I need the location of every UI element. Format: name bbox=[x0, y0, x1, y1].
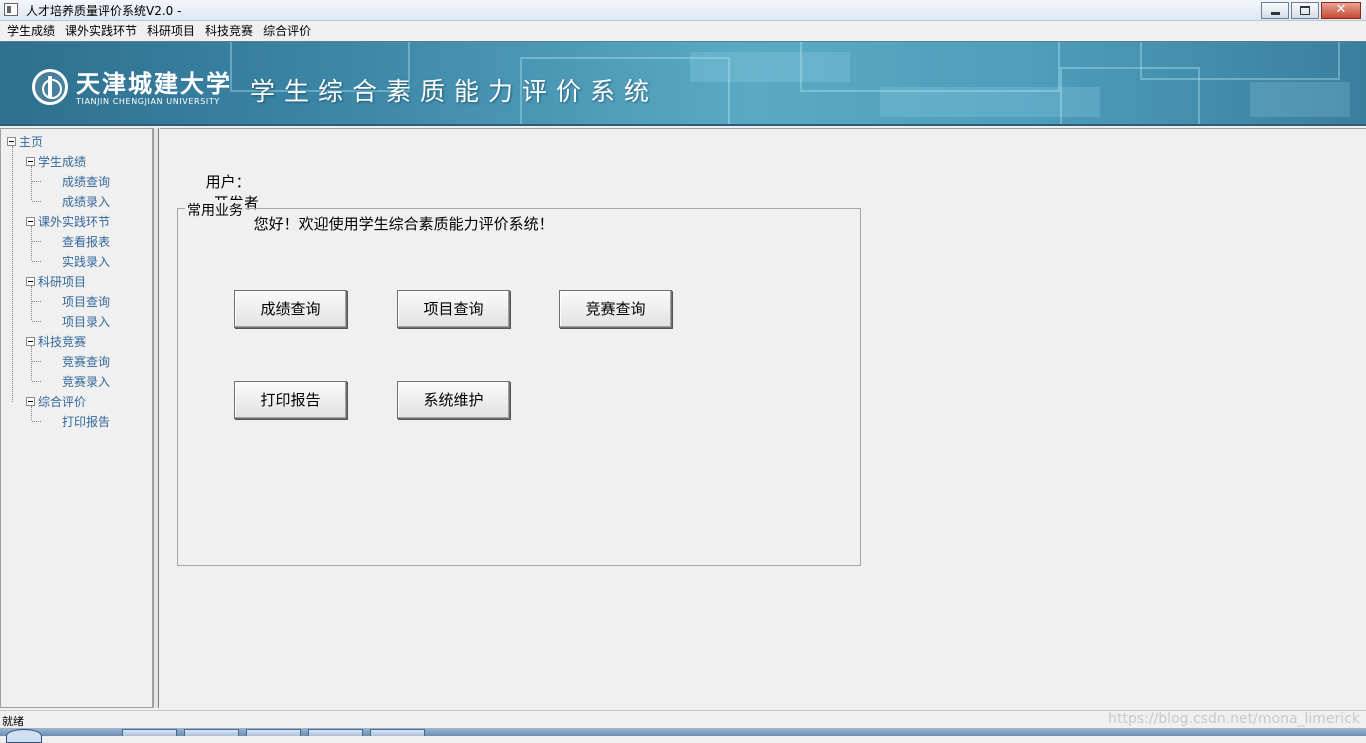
group-title: 常用业务 bbox=[185, 200, 245, 220]
minimize-icon bbox=[1271, 12, 1280, 15]
grade-query-button[interactable]: 成绩查询 bbox=[234, 290, 347, 328]
tree-group-competition[interactable]: 科技竞赛 bbox=[26, 332, 86, 350]
menu-evaluation[interactable]: 综合评价 bbox=[258, 22, 316, 41]
tree-group-evaluation[interactable]: 综合评价 bbox=[26, 392, 86, 410]
tree-item-label: 打印报告 bbox=[62, 414, 111, 429]
common-tasks-group: 常用业务 成绩查询 项目查询 竞赛查询 打印报告 系统维护 bbox=[177, 200, 861, 566]
tree-item-label: 学生成绩 bbox=[38, 154, 87, 169]
menu-competition[interactable]: 科技竞赛 bbox=[200, 22, 258, 41]
main-panel: 用户： 开发者 您好！欢迎使用学生综合素质能力评价系统！ 常用业务 成绩查询 项… bbox=[160, 128, 1366, 708]
tree-connector bbox=[32, 421, 41, 422]
tree-item-project-entry[interactable]: 项目录入 bbox=[62, 312, 110, 330]
tree-guide-line bbox=[31, 346, 32, 380]
taskbar-app[interactable] bbox=[184, 729, 239, 736]
tree-item-label: 主页 bbox=[19, 134, 44, 149]
tree-item-label: 综合评价 bbox=[38, 394, 87, 409]
tree-group-research[interactable]: 科研项目 bbox=[26, 272, 86, 290]
banner-decoration bbox=[1250, 82, 1350, 117]
tree-connector bbox=[32, 361, 41, 362]
tree-guide-line bbox=[31, 226, 32, 260]
watermark: https://blog.csdn.net/mona_limerick bbox=[1108, 711, 1360, 727]
app-window: 人才培养质量评价系统V2.0 - ✕ 学生成绩 课外实践环节 科研项目 科技竞赛… bbox=[0, 0, 1366, 743]
university-logo bbox=[32, 69, 68, 105]
menu-bar: 学生成绩 课外实践环节 科研项目 科技竞赛 综合评价 bbox=[0, 22, 1366, 41]
tree-item-print-report[interactable]: 打印报告 bbox=[62, 412, 110, 430]
tree-guide-line bbox=[31, 286, 32, 320]
window-title: 人才培养质量评价系统V2.0 - bbox=[26, 4, 182, 18]
tree-item-label: 竞赛录入 bbox=[62, 374, 111, 389]
user-label: 用户： bbox=[205, 173, 251, 191]
tree-connector bbox=[32, 201, 41, 202]
tree-item-label: 竞赛查询 bbox=[62, 354, 111, 369]
tree-item-home[interactable]: 主页 bbox=[7, 132, 43, 150]
tree-item-competition-query[interactable]: 竞赛查询 bbox=[62, 352, 110, 370]
status-bar: 就绪 https://blog.csdn.net/mona_limerick bbox=[0, 710, 1366, 728]
title-bar[interactable]: 人才培养质量评价系统V2.0 - ✕ bbox=[0, 0, 1366, 21]
tree-item-competition-entry[interactable]: 竞赛录入 bbox=[62, 372, 110, 390]
tree-guide-line bbox=[12, 146, 13, 402]
minimize-button[interactable] bbox=[1261, 2, 1289, 19]
tree-connector bbox=[32, 381, 41, 382]
tree-connector bbox=[32, 261, 41, 262]
tree-item-practice-entry[interactable]: 实践录入 bbox=[62, 252, 110, 270]
restore-icon bbox=[1300, 6, 1310, 15]
tree-connector bbox=[32, 181, 41, 182]
tree-guide-line bbox=[31, 166, 32, 200]
collapse-icon[interactable] bbox=[26, 276, 35, 286]
university-name-en: TIANJIN CHENGJIAN UNIVERSITY bbox=[76, 97, 220, 106]
collapse-icon[interactable] bbox=[26, 216, 35, 226]
collapse-icon[interactable] bbox=[26, 396, 35, 406]
tree-item-label: 查看报表 bbox=[62, 234, 111, 249]
taskbar-app[interactable] bbox=[370, 729, 425, 736]
tree-item-label: 成绩查询 bbox=[62, 174, 111, 189]
os-taskbar bbox=[0, 728, 1366, 743]
menu-practice[interactable]: 课外实践环节 bbox=[60, 22, 142, 41]
close-button[interactable]: ✕ bbox=[1321, 2, 1361, 19]
project-query-button[interactable]: 项目查询 bbox=[397, 290, 510, 328]
restore-button[interactable] bbox=[1291, 2, 1319, 19]
close-icon: ✕ bbox=[1335, 2, 1347, 17]
tree-item-label: 项目录入 bbox=[62, 314, 111, 329]
tree-item-grade-query[interactable]: 成绩查询 bbox=[62, 172, 110, 190]
menu-student-grades[interactable]: 学生成绩 bbox=[2, 22, 60, 41]
window-controls: ✕ bbox=[1259, 2, 1361, 19]
tree-item-label: 课外实践环节 bbox=[38, 214, 111, 229]
app-icon[interactable] bbox=[4, 3, 18, 16]
tree-item-label: 项目查询 bbox=[62, 294, 111, 309]
menu-research[interactable]: 科研项目 bbox=[142, 22, 200, 41]
taskbar-app[interactable] bbox=[308, 729, 363, 736]
tree-connector bbox=[32, 321, 41, 322]
tree-item-project-query[interactable]: 项目查询 bbox=[62, 292, 110, 310]
tree-item-view-report[interactable]: 查看报表 bbox=[62, 232, 110, 250]
banner-decoration bbox=[800, 42, 1060, 92]
panel-splitter[interactable] bbox=[154, 128, 159, 708]
competition-query-button[interactable]: 竞赛查询 bbox=[559, 290, 672, 328]
status-text: 就绪 bbox=[2, 715, 24, 728]
collapse-icon[interactable] bbox=[7, 136, 16, 146]
university-name: 天津城建大学 bbox=[76, 69, 232, 98]
banner-decoration bbox=[1140, 42, 1340, 80]
print-report-button[interactable]: 打印报告 bbox=[234, 381, 347, 419]
collapse-icon[interactable] bbox=[26, 156, 35, 166]
nav-tree-panel: 主页 学生成绩 成绩查询 成绩录入 课外实践环节 查看报表 实践录入 科研项目 bbox=[0, 128, 154, 708]
system-name: 学生综合素质能力评价系统 bbox=[250, 77, 659, 106]
tree-item-label: 科技竞赛 bbox=[38, 334, 87, 349]
collapse-icon[interactable] bbox=[26, 336, 35, 346]
start-button[interactable] bbox=[6, 729, 42, 743]
tree-item-label: 实践录入 bbox=[62, 254, 111, 269]
system-maintenance-button[interactable]: 系统维护 bbox=[397, 381, 510, 419]
tree-item-label: 成绩录入 bbox=[62, 194, 111, 209]
tree-group-practice[interactable]: 课外实践环节 bbox=[26, 212, 110, 230]
tree-connector bbox=[32, 241, 41, 242]
tree-connector bbox=[32, 301, 41, 302]
tree-item-grade-entry[interactable]: 成绩录入 bbox=[62, 192, 110, 210]
taskbar-app[interactable] bbox=[122, 729, 177, 736]
taskbar-app[interactable] bbox=[246, 729, 301, 736]
tree-group-student-grades[interactable]: 学生成绩 bbox=[26, 152, 86, 170]
header-banner: 天津城建大学 TIANJIN CHENGJIAN UNIVERSITY 学生综合… bbox=[0, 41, 1366, 126]
tree-item-label: 科研项目 bbox=[38, 274, 87, 289]
